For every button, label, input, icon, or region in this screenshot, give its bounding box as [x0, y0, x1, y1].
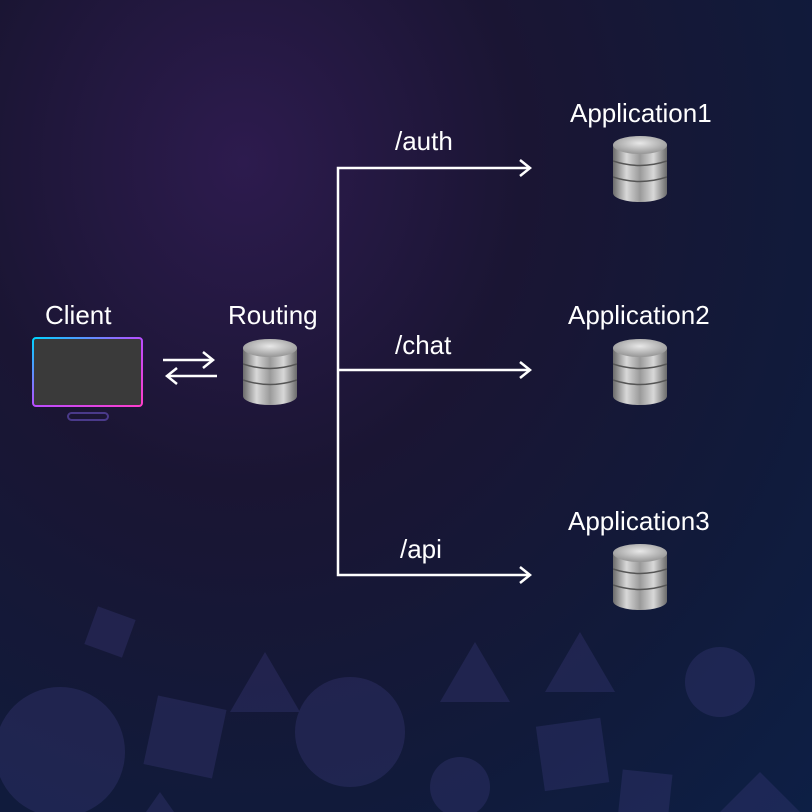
client-label: Client — [45, 300, 111, 331]
route-auth-label: /auth — [395, 126, 453, 157]
application1-label: Application1 — [570, 98, 712, 129]
database-icon — [613, 339, 667, 410]
application2-label: Application2 — [568, 300, 710, 331]
database-icon — [613, 544, 667, 615]
monitor-icon — [30, 335, 145, 430]
route-chat-label: /chat — [395, 330, 451, 361]
database-icon — [613, 136, 667, 207]
bidirectional-arrow-icon — [155, 348, 225, 393]
route-api-label: /api — [400, 534, 442, 565]
application3-label: Application3 — [568, 506, 710, 537]
routing-label: Routing — [228, 300, 318, 331]
database-icon — [243, 339, 297, 410]
